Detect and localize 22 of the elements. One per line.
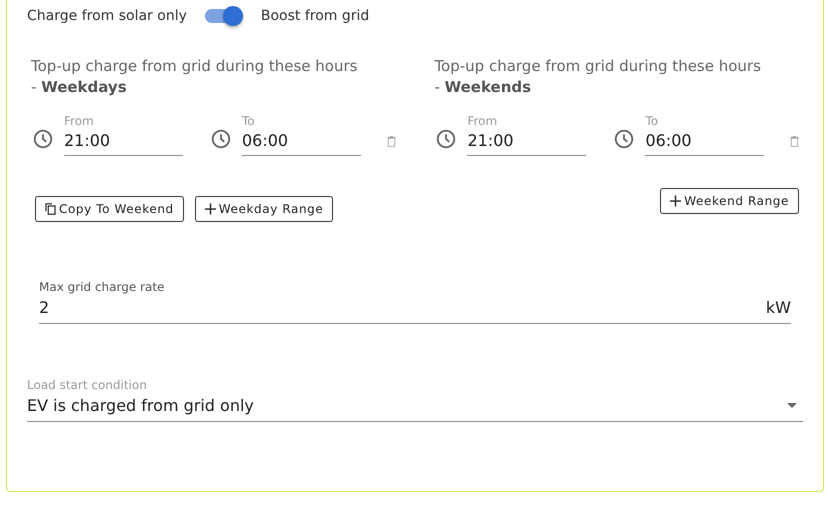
- time-field[interactable]: From 21:00: [467, 114, 586, 156]
- schedule-title: Top-up charge from grid during these hours - Weekends: [434, 56, 762, 98]
- toggle-label: Charge from solar only: [27, 8, 187, 24]
- caret-icon: [787, 403, 797, 408]
- clock-icon[interactable]: [210, 128, 232, 150]
- outline-button[interactable]: Copy To Weekend: [35, 196, 184, 222]
- outline-button[interactable]: Weekend Range: [660, 188, 799, 214]
- toggle-switch[interactable]: [202, 4, 245, 28]
- time-field[interactable]: To 06:00: [242, 114, 361, 156]
- plus-icon: [204, 203, 216, 215]
- clock-icon[interactable]: [435, 128, 458, 150]
- outline-button[interactable]: Weekday Range: [194, 196, 334, 222]
- schedule-title: Top-up charge from grid during these hours - Weekdays: [31, 56, 358, 98]
- toggle-label: Boost from grid: [260, 8, 370, 24]
- clock-icon[interactable]: [32, 128, 54, 150]
- rate-field[interactable]: Max grid charge rate 2 kW: [39, 280, 791, 324]
- clock-icon[interactable]: [613, 128, 636, 150]
- copy-icon: [45, 203, 56, 215]
- time-field[interactable]: To 06:00: [645, 114, 764, 156]
- plus-icon: [670, 195, 682, 207]
- time-field[interactable]: From 21:00: [64, 114, 183, 156]
- load-select[interactable]: Load start condition EV is charged from grid only: [27, 378, 803, 422]
